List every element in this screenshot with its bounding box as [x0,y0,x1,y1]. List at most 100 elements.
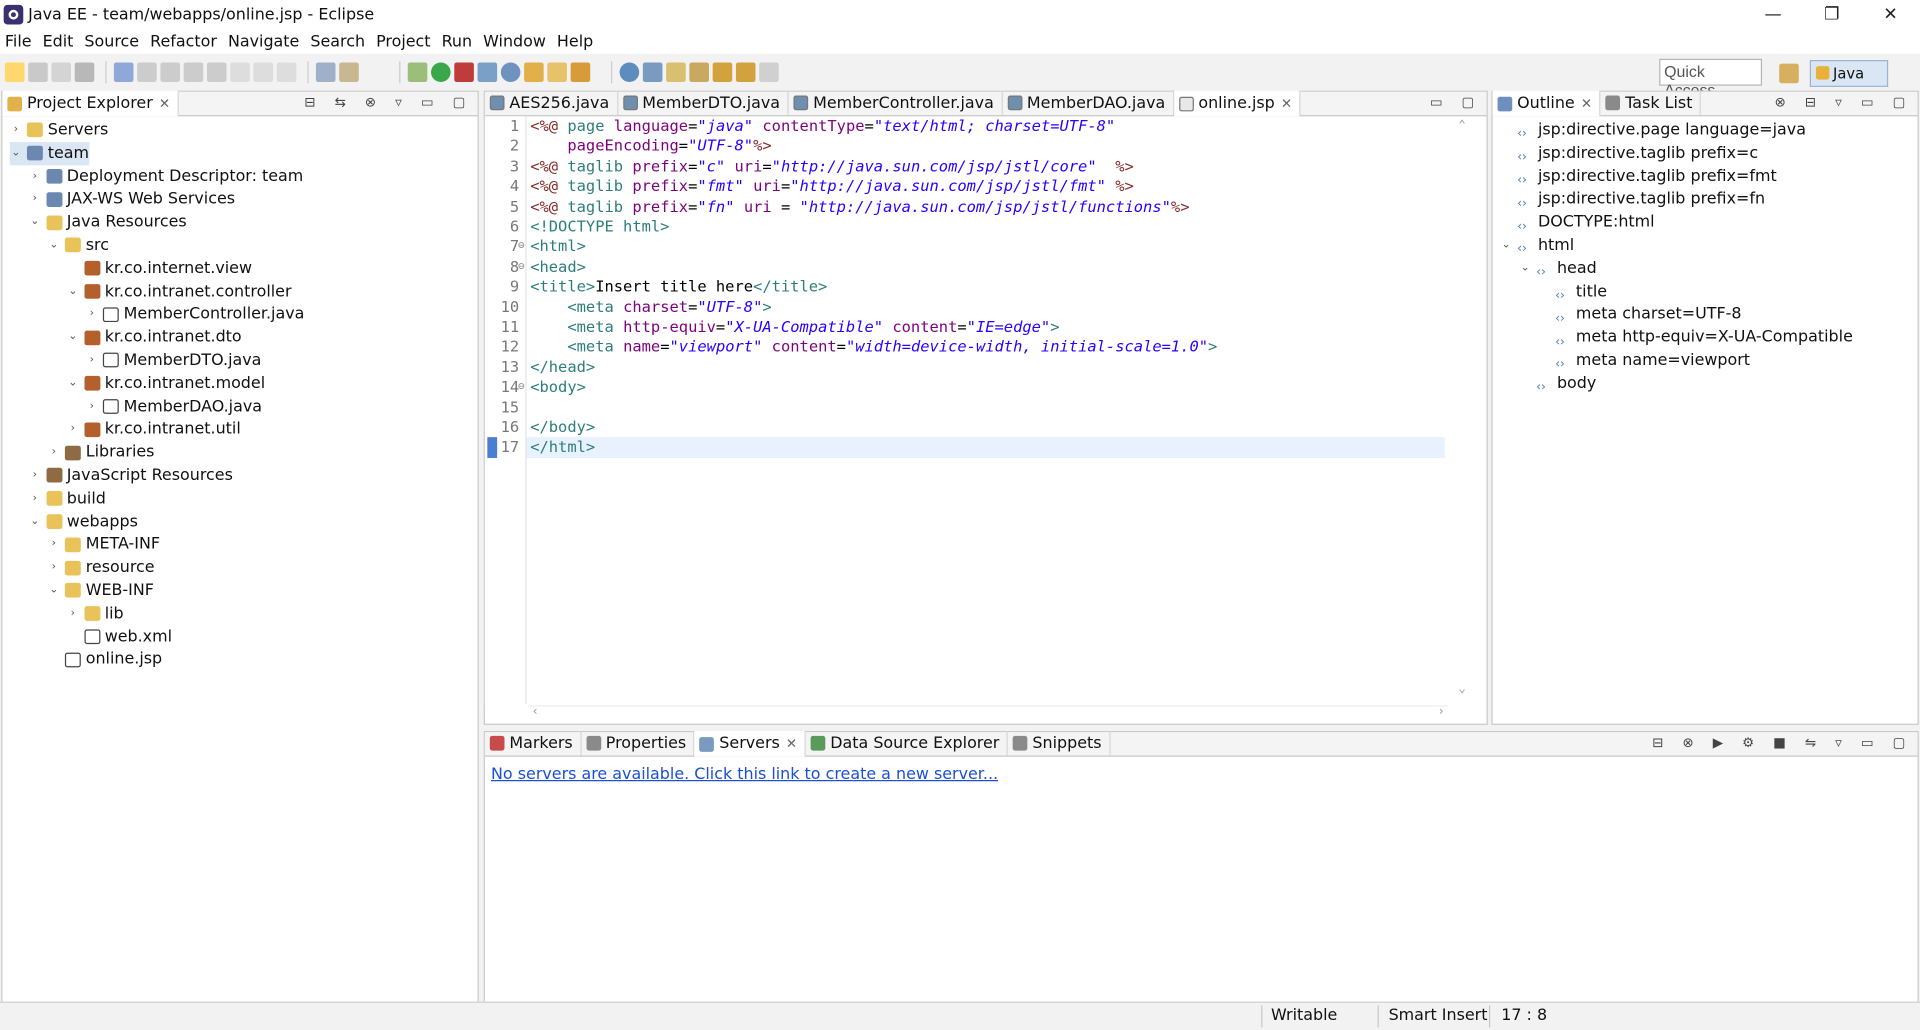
chevron-right-icon[interactable]: › [29,165,41,188]
create-server-link[interactable]: No servers are available. Click this lin… [491,765,998,783]
menu-source[interactable]: Source [84,32,139,50]
editor-tab[interactable]: AES256.java [485,90,618,116]
scroll-right-icon[interactable]: › [1439,705,1444,718]
open-perspective-icon[interactable] [1779,63,1799,84]
tree-item[interactable]: › lib [67,602,124,625]
menu-run[interactable]: Run [442,32,473,50]
debug-icon[interactable] [407,62,428,83]
outline-item[interactable]: ‹› title [1538,280,1607,303]
outline-item[interactable]: ‹› meta charset=UTF-8 [1538,303,1741,326]
view-controls[interactable]: ▭ ▢ [1430,94,1482,110]
save-all-icon[interactable] [51,62,72,83]
outline-item[interactable]: ⌄ ‹› html [1500,234,1574,257]
bottom-tab[interactable]: Data Source Explorer [806,731,1008,756]
terminate-icon[interactable] [183,62,204,83]
save-icon[interactable] [28,62,48,83]
tree-item[interactable]: ⌄ kr.co.intranet.controller [67,280,292,303]
close-button[interactable]: ✕ [1861,0,1920,29]
annotation-icon[interactable] [666,62,686,83]
step-over-icon[interactable] [253,62,274,83]
chevron-down-icon[interactable]: ⌄ [67,280,79,303]
chevron-down-icon[interactable]: ⌄ [48,234,60,257]
tree-item[interactable]: ⌄ kr.co.intranet.dto [67,326,241,349]
tab-project-explorer[interactable]: Project Explorer ✕ [2,90,179,117]
scroll-left-icon[interactable]: ‹ [533,705,538,718]
menu-refactor[interactable]: Refactor [150,32,217,50]
new-web-service-icon[interactable] [500,62,521,83]
tree-item[interactable]: › MemberController.java [86,303,305,326]
tree-item[interactable]: ⌄ Java Resources [29,211,187,234]
chevron-down-icon[interactable]: ⌄ [67,326,79,349]
tree-item[interactable]: web.xml [67,625,172,648]
tree-item[interactable]: › kr.co.intranet.util [67,418,241,441]
outline-item[interactable]: ‹› DOCTYPE:html [1500,211,1654,234]
outline-item[interactable]: ‹› jsp:directive.page language=java [1500,119,1806,142]
chevron-down-icon[interactable]: ⌄ [67,372,79,395]
tree-item[interactable]: ⌄ webapps [29,510,138,533]
outline-item[interactable]: ‹› body [1519,372,1596,395]
code-editor[interactable]: 1 2 3 4 5 6 7 ⊖ 8 ⊖ 9 10 11 12 13 14 ⊖ 15 16 17 <%@ page la… [484,116,1487,705]
chevron-right-icon[interactable]: › [48,533,60,556]
last-edit-icon[interactable] [712,62,733,83]
chevron-right-icon[interactable]: › [48,441,60,464]
view-controls[interactable]: ⊟ ⊗ ▶ ⚙ ■ ⇋ ▿ ▭ ▢ [1652,735,1912,751]
tree-item[interactable]: ⌄ src [48,234,109,257]
use-step-filters-icon[interactable] [315,62,336,83]
editor-tab[interactable]: online.jsp ✕ [1173,90,1301,117]
tree-item[interactable]: › resource [48,556,155,579]
outline-item[interactable]: ‹› jsp:directive.taglib prefix=c [1500,142,1758,165]
resume-icon[interactable] [137,62,157,83]
quick-access-input[interactable]: Quick Access [1659,58,1763,99]
chevron-right-icon[interactable]: › [29,487,41,510]
skip-breakpoints-icon[interactable] [113,62,134,83]
editor-tab[interactable]: MemberController.java [789,90,1003,116]
bottom-tab[interactable]: Properties [581,731,695,756]
chevron-right-icon[interactable]: › [67,602,79,625]
chevron-down-icon[interactable]: ⌄ [48,579,60,602]
tree-item[interactable]: › Deployment Descriptor: team [29,165,304,188]
step-return-icon[interactable] [276,62,297,83]
chevron-down-icon[interactable]: ⌄ [1519,257,1531,280]
bottom-tab[interactable]: Markers [485,731,582,756]
editor-tab[interactable]: MemberDAO.java [1002,90,1174,116]
bottom-tab[interactable]: Snippets [1008,731,1111,756]
tree-item[interactable]: online.jsp [48,648,162,671]
menu-window[interactable]: Window [483,32,546,50]
back-icon[interactable] [735,62,756,83]
scroll-down-icon[interactable]: ⌄ [1458,682,1465,695]
run-external-tools-icon[interactable] [454,62,474,83]
view-controls[interactable]: ⊟ ⇆ ⊗ ▿ ▭ ▢ [304,94,472,110]
close-icon[interactable]: ✕ [786,732,797,755]
menu-search[interactable]: Search [310,32,365,50]
tree-item[interactable]: kr.co.internet.view [67,257,252,280]
menu-help[interactable]: Help [557,32,593,50]
close-icon[interactable]: ✕ [1581,92,1592,115]
tree-item[interactable]: ⌄ team [9,141,89,165]
open-type-icon[interactable] [524,62,544,83]
tab-outline[interactable]: Outline ✕ [1492,90,1601,117]
tree-item[interactable]: ⌄ kr.co.intranet.model [67,372,265,395]
chevron-down-icon[interactable]: ⌄ [10,142,22,165]
outline-item[interactable]: ⌄ ‹› head [1519,257,1596,280]
tree-item[interactable]: › MemberDAO.java [86,395,262,418]
close-icon[interactable]: ✕ [1281,92,1292,115]
outline-item[interactable]: ‹› jsp:directive.taglib prefix=fmt [1500,165,1777,188]
menu-project[interactable]: Project [376,32,430,50]
tree-item[interactable]: › META-INF [48,533,160,556]
chevron-right-icon[interactable]: › [10,119,22,142]
step-into-icon[interactable] [230,62,250,83]
tree-item[interactable]: › build [29,487,106,510]
fold-toggle-icon[interactable]: ⊖ [518,377,525,397]
menu-file[interactable]: File [5,32,32,50]
print-icon[interactable] [74,62,95,83]
restore-button[interactable]: ❐ [1802,0,1861,29]
editor-tab[interactable]: MemberDTO.java [618,90,789,116]
tree-item[interactable]: › Servers [10,119,109,142]
suspend-icon[interactable] [160,62,181,83]
chevron-down-icon[interactable]: ⌄ [29,510,41,533]
close-icon[interactable]: ✕ [159,92,170,115]
next-annotation-icon[interactable] [689,62,709,83]
search-tool-icon[interactable] [570,62,591,83]
view-controls[interactable]: ⊗ ⊟ ▿ ▭ ▢ [1775,94,1913,110]
chevron-right-icon[interactable]: › [48,556,60,579]
